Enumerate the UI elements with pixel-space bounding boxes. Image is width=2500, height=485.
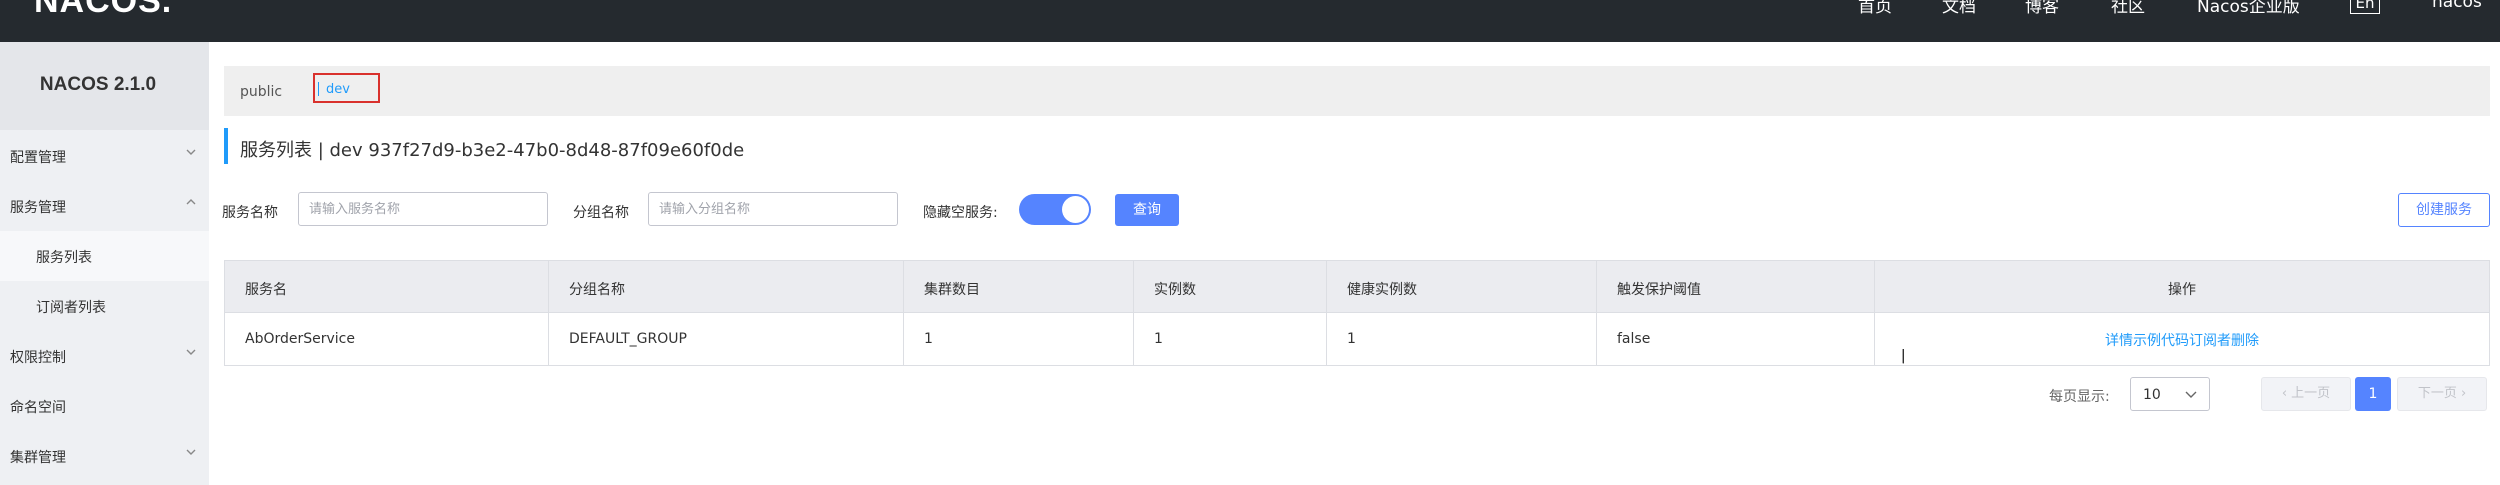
sidebar-item-subscriber-list[interactable]: 订阅者列表 <box>0 281 209 331</box>
service-name-cell: AbOrderService <box>225 313 549 365</box>
column-header: 操作 <box>2168 282 2196 298</box>
service-name-input[interactable] <box>298 192 548 226</box>
sidebar-item-label: 订阅者列表 <box>36 300 106 316</box>
actions-cell: 详情 | 示例代码 | 订阅者 | 删除 <box>1875 313 2489 365</box>
protect-threshold-cell: false <box>1597 313 1875 365</box>
sidebar-item-service-management[interactable]: 服务管理 <box>0 181 209 231</box>
nav-home-link[interactable]: 首页 <box>1858 0 1892 17</box>
column-header: 健康实例数 <box>1327 261 1597 313</box>
language-switch-button[interactable]: En <box>2350 0 2380 14</box>
sidebar-item-label: 权限控制 <box>10 350 66 366</box>
group-name-input[interactable] <box>648 192 898 226</box>
sidebar-item-cluster-management[interactable]: 集群管理 <box>0 431 209 481</box>
create-service-button[interactable]: 创建服务 <box>2398 193 2490 227</box>
hide-empty-label: 隐藏空服务: <box>923 205 998 221</box>
sidebar: NACOS 2.1.0 配置管理 服务管理 服务列表 订阅者列表 权限控制 命名… <box>0 42 209 485</box>
chevron-down-icon <box>186 149 196 155</box>
subscribers-link[interactable]: 订阅者 <box>2189 333 2231 349</box>
namespace-separator <box>318 82 319 96</box>
toggle-knob <box>1062 196 1089 223</box>
service-table: 服务名 分组名称 集群数目 实例数 健康实例数 触发保护阈值 操作 AbOrde… <box>224 260 2490 366</box>
delete-link[interactable]: 删除 <box>2231 333 2259 349</box>
sidebar-item-label: 服务列表 <box>36 250 92 266</box>
cluster-count-cell: 1 <box>904 313 1134 365</box>
hide-empty-toggle[interactable] <box>1019 194 1091 225</box>
page-title: 服务列表 | dev 937f27d9-b3e2-47b0-8d48-87f09… <box>240 140 745 161</box>
namespace-public-link[interactable]: public <box>240 84 282 100</box>
chevron-right-icon: › <box>2460 386 2467 401</box>
main-content: public dev 服务列表 | dev 937f27d9-b3e2-47b0… <box>209 42 2500 485</box>
sample-code-link[interactable]: 示例代码 <box>2133 333 2189 349</box>
page-size-select[interactable]: 10 <box>2130 377 2210 411</box>
query-button[interactable]: 查询 <box>1115 194 1179 226</box>
page-size-value: 10 <box>2143 387 2161 403</box>
table-header: 服务名 分组名称 集群数目 实例数 健康实例数 触发保护阈值 操作 <box>225 261 2489 313</box>
next-page-label: 下一页 <box>2417 386 2457 401</box>
page-size-label: 每页显示: <box>2049 389 2110 405</box>
page-title-block: 服务列表 | dev 937f27d9-b3e2-47b0-8d48-87f09… <box>224 128 744 164</box>
nav-blog-link[interactable]: 博客 <box>2025 0 2059 17</box>
sidebar-item-label: 服务管理 <box>10 200 66 216</box>
version-label: NACOS 2.1.0 <box>39 74 157 95</box>
user-name[interactable]: nacos <box>2432 0 2482 12</box>
namespace-bar: public dev <box>224 66 2490 116</box>
detail-link[interactable]: 详情 <box>2105 333 2133 349</box>
column-header: 触发保护阈值 <box>1597 261 1875 313</box>
column-header: 分组名称 <box>549 261 904 313</box>
sidebar-item-service-list[interactable]: 服务列表 <box>0 231 209 281</box>
namespace-dev-tab[interactable]: dev <box>313 73 380 103</box>
chevron-down-icon <box>2185 391 2197 398</box>
column-header: 服务名 <box>225 261 549 313</box>
chevron-up-icon <box>186 199 196 205</box>
chevron-down-icon <box>186 349 196 355</box>
chevron-down-icon <box>186 449 196 455</box>
prev-page-label: 上一页 <box>2291 386 2331 401</box>
nav-docs-link[interactable]: 文档 <box>1942 0 1976 17</box>
nav-community-link[interactable]: 社区 <box>2111 0 2145 17</box>
sidebar-header: NACOS 2.1.0 <box>0 42 209 130</box>
chevron-left-icon: ‹ <box>2281 386 2288 401</box>
action-separator: | <box>1901 348 1906 364</box>
next-page-button[interactable]: 下一页 › <box>2397 377 2487 411</box>
current-page-button[interactable]: 1 <box>2355 377 2391 411</box>
table-row: AbOrderService DEFAULT_GROUP 1 1 1 false… <box>225 313 2489 365</box>
group-name-cell: DEFAULT_GROUP <box>549 313 904 365</box>
sidebar-item-access-control[interactable]: 权限控制 <box>0 331 209 381</box>
sidebar-item-label: 命名空间 <box>10 400 66 416</box>
sidebar-item-config-management[interactable]: 配置管理 <box>0 131 209 181</box>
column-header: 集群数目 <box>904 261 1134 313</box>
column-header: 实例数 <box>1134 261 1327 313</box>
prev-page-button[interactable]: ‹ 上一页 <box>2261 377 2351 411</box>
top-navbar: NACOS. 首页 文档 博客 社区 Nacos企业版 En nacos <box>0 0 2500 42</box>
group-name-label: 分组名称 <box>573 205 629 221</box>
nacos-logo[interactable]: NACOS. <box>34 0 172 21</box>
nav-enterprise-link[interactable]: Nacos企业版 <box>2197 0 2300 17</box>
healthy-instance-cell: 1 <box>1327 313 1597 365</box>
instance-count-cell: 1 <box>1134 313 1327 365</box>
sidebar-item-namespace[interactable]: 命名空间 <box>0 381 209 431</box>
sidebar-item-label: 集群管理 <box>10 450 66 466</box>
service-name-label: 服务名称 <box>222 205 278 221</box>
sidebar-item-label: 配置管理 <box>10 150 66 166</box>
namespace-dev-label: dev <box>326 82 350 97</box>
